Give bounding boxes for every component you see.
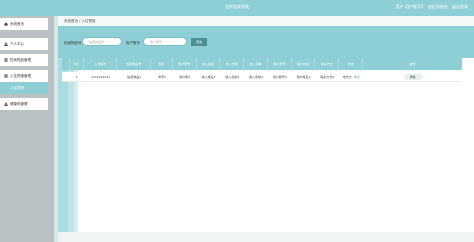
search-label-account: 用户账号 (126, 41, 140, 45)
cell-age: 收入年龄2 (249, 74, 264, 79)
top-user-area: 用户 用户账号1 退出到前台 退出登录 (393, 4, 468, 10)
col-header: 索引 (70, 58, 84, 70)
cell-user-name: 用户姓名2 (296, 74, 311, 79)
col-header: 收入性别 (220, 58, 245, 70)
cell-index: 1 (75, 74, 78, 79)
cell-actions: 详情 (363, 72, 462, 81)
back-to-front-link[interactable]: 退出到前台 (428, 4, 448, 9)
cell-checkin-no: 2222222222 (91, 74, 111, 79)
side-stripe-3 (74, 58, 78, 242)
item-number-input[interactable]: 拍卖物品号 (82, 37, 122, 46)
col-checkbox[interactable] (62, 58, 70, 70)
user-icon (4, 42, 8, 46)
pay-link[interactable]: 支付 (354, 75, 360, 79)
breadcrumb: 系统首页 / 入住预报 (58, 16, 474, 26)
top-bar: 无忧拍卖系统 用户 用户账号1 退出到前台 退出登录 (0, 0, 474, 16)
col-header: 操作 (409, 62, 416, 66)
col-header: 收入年龄 (244, 58, 268, 70)
cell-name: 收入姓名2 (201, 74, 216, 79)
sidebar: 系统首页 个人中心 拍卖物品管理 入住预报管理 入住预报 健康码管理 (0, 16, 54, 242)
footer (58, 232, 474, 242)
sidebar-item-health-code[interactable]: 健康码管理 (0, 98, 48, 110)
cell-contact: 联系方式2 (320, 74, 335, 79)
cell-image: 商号2 (158, 74, 166, 79)
cell-status: 未支付 支付 (342, 74, 360, 79)
col-header: 状态 (339, 58, 363, 70)
search-button[interactable]: 查询 (191, 38, 207, 46)
sidebar-item-profile[interactable]: 个人中心 (0, 38, 48, 50)
list-icon (4, 58, 8, 62)
col-header: 用户账号 (173, 58, 197, 70)
cell-item-no: 拍卖物品2 (127, 74, 142, 79)
detail-button[interactable]: 详情 (403, 73, 422, 80)
row-checkbox[interactable] (62, 72, 70, 81)
grid-icon (4, 74, 8, 78)
col-header: 拍卖物品号 (117, 58, 152, 70)
cell-gender: 收入性别2 (225, 74, 240, 79)
col-header: 入住编号 (84, 58, 118, 70)
search-panel: 拍卖物品号 拍卖物品号 用户账号 用户账号 查询 (58, 26, 474, 58)
cell-user-account: 用户账号2 (272, 74, 287, 79)
breadcrumb-current: 入住预报 (81, 19, 96, 23)
col-header: 收入姓名 (197, 58, 221, 70)
col-header: 用户姓名 (292, 58, 316, 70)
user-label: 用户 用户账号1 (395, 4, 424, 9)
logout-link[interactable]: 退出登录 (452, 4, 468, 9)
search-label-item: 拍卖物品号 (64, 41, 82, 45)
col-header: 用户账号 (268, 58, 292, 70)
home-icon (4, 22, 8, 26)
col-header: 联系方式 (315, 58, 340, 70)
account-input[interactable]: 用户账号 (143, 37, 187, 46)
table-row: 1 2222222222 拍卖物品2 商号2 用户账2 收入姓名2 收入性别2 … (62, 72, 462, 82)
sidebar-item-home[interactable]: 系统首页 (0, 18, 48, 30)
user-icon (4, 102, 8, 106)
sidebar-item-checkin[interactable]: 入住预报 (0, 82, 48, 94)
col-header: 图片 (151, 58, 173, 70)
cell-account: 用户账2 (179, 74, 191, 79)
sidebar-item-auction-items[interactable]: 拍卖物品管理 (0, 54, 48, 66)
breadcrumb-home[interactable]: 系统首页 (64, 19, 78, 23)
table-header: 索引 入住编号 拍卖物品号 图片 用户账号 收入姓名 收入性别 收入年龄 用户账… (62, 58, 462, 70)
sidebar-item-checkin-manage[interactable]: 入住预报管理 (0, 70, 48, 82)
side-stripe-1 (58, 58, 68, 242)
